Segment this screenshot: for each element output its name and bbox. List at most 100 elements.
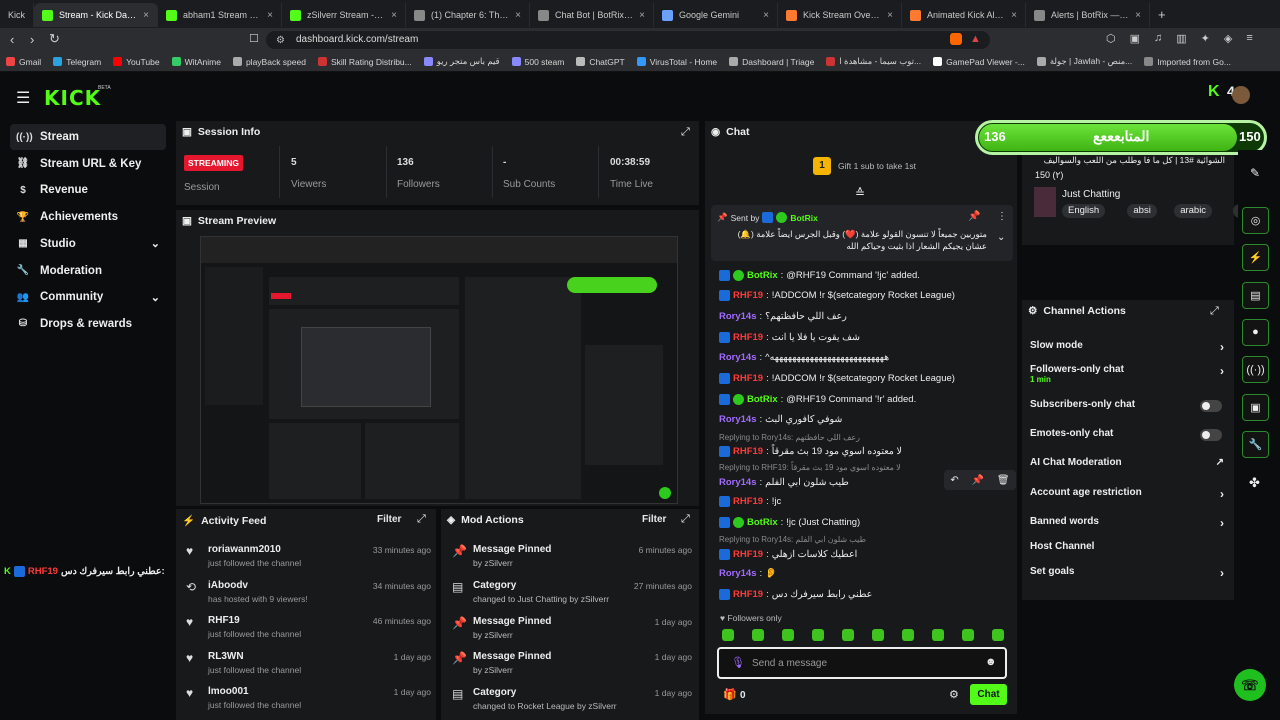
media-icon[interactable]: ♫ [1154, 32, 1162, 45]
extensions-icon[interactable]: ⬡ [1106, 32, 1116, 45]
chat-message[interactable]: RHF19: !jc [719, 494, 1014, 510]
chat-message[interactable]: Rory14s: رعف اللي حافظتهم؟ [719, 308, 1014, 324]
doc-icon[interactable]: ▤ [1242, 281, 1269, 309]
rewards-icon[interactable]: ▲ [970, 33, 981, 45]
bookmark-item[interactable]: YouTube [107, 57, 165, 67]
bookmark-item[interactable]: VirusTotal - Home [631, 57, 723, 67]
emote-icon[interactable] [962, 629, 974, 641]
bookmark-item[interactable]: playBack speed [227, 57, 312, 67]
bookmark-item[interactable]: قيم باس متجر ريو [418, 56, 506, 67]
vpn-icon[interactable]: ◈ [1224, 32, 1232, 45]
channel-action-subscribers-only-chat[interactable]: Subscribers-only chat [1030, 399, 1224, 417]
chat-settings-icon[interactable]: ⚙ [949, 688, 959, 701]
mod-popout-icon[interactable]: ⤢ [681, 513, 690, 526]
help-icon[interactable]: ☏ [1234, 669, 1266, 701]
chat-message[interactable]: Rory14s: 👂 [719, 566, 1014, 582]
bookmark-item[interactable]: Gmail [0, 57, 47, 67]
hamburger-icon[interactable]: ☰ [16, 88, 30, 108]
leo-icon[interactable]: ✦ [1201, 32, 1210, 45]
chat-username[interactable]: Rory14s [719, 311, 757, 322]
activity-item[interactable]: ⟲ iAboodv has hosted with 9 viewers! 34 min… [186, 580, 431, 612]
activity-filter-button[interactable]: Filter [377, 514, 401, 525]
activity-popout-icon[interactable]: ⤢ [417, 513, 426, 526]
chat-message[interactable]: BotRix: @RHF19 Command '!r' added. [719, 391, 1014, 407]
sidebar-item-achievements[interactable]: 🏆 Achievements [10, 204, 166, 230]
chat-username[interactable]: BotRix [747, 270, 778, 281]
activity-item[interactable]: ♥ RL3WN just followed the channel 1 day ago [186, 651, 431, 683]
chat-bubble-icon[interactable]: ● [1242, 318, 1269, 346]
mod-action-item[interactable]: ▤ Category changed to Just Chatting by zSi… [452, 580, 692, 612]
bookmark-icon[interactable]: ☐ [249, 32, 259, 45]
category-name[interactable]: Just Chatting [1062, 189, 1120, 200]
mod-filter-button[interactable]: Filter [642, 514, 666, 525]
chat-message[interactable]: RHF19: شف يقوت يا فلا يا انت [719, 329, 1014, 345]
mic-icon[interactable]: 🎙 [731, 656, 745, 669]
sidebar-item-moderation[interactable]: 🔧 Moderation [10, 258, 166, 284]
bookmark-item[interactable]: Imported from Go... [1138, 57, 1237, 67]
tag-chip[interactable]: absi [1127, 204, 1157, 218]
bookmark-item[interactable]: WitAnime [166, 57, 227, 67]
channel-action-followers-only-chat[interactable]: Followers-only chat 1 min › [1030, 364, 1224, 384]
emoji-icon[interactable]: ☻ [985, 656, 997, 668]
reply-context[interactable]: Replying to Rory14s: طيب شلون ابي الفلم [719, 535, 866, 544]
sidebar-item-revenue[interactable]: $ Revenue [10, 177, 166, 203]
channel-action-slow-mode[interactable]: Slow mode › [1030, 340, 1224, 358]
forward-icon[interactable]: › [30, 32, 34, 47]
mod-action-item[interactable]: 📌 Message Pinned by zSilverr 1 day ago [452, 616, 692, 648]
browser-tab[interactable]: abham1 Stream - Watch × [158, 3, 282, 27]
chat-username[interactable]: Rory14s [719, 352, 757, 363]
chat-username[interactable]: Rory14s [719, 477, 757, 488]
pin-message-icon[interactable]: 📌 [972, 475, 984, 486]
mod-action-item[interactable]: ▤ Category changed to Rocket League by zSi… [452, 687, 692, 719]
popout-icon[interactable]: ⤢ [681, 126, 690, 139]
activity-item[interactable]: ♥ lmoo001 just followed the channel 1 day a… [186, 686, 431, 718]
browser-tab[interactable]: Google Gemini × [654, 3, 778, 27]
channel-action-host-channel[interactable]: Host Channel [1030, 541, 1224, 559]
avatar[interactable] [1232, 86, 1250, 104]
channel-action-set-goals[interactable]: Set goals › [1030, 566, 1224, 584]
browser-tab[interactable]: (1) Chapter 6: The End - F × [406, 3, 530, 27]
chat-message[interactable]: RHF19: اعطيك كلاسات ازهلي [719, 546, 1014, 562]
category-thumbnail[interactable] [1034, 187, 1056, 217]
chat-username[interactable]: RHF19 [733, 446, 763, 457]
chat-username[interactable]: BotRix [747, 517, 778, 528]
sidebar-item-studio[interactable]: ▦ Studio ⌄ [10, 231, 166, 257]
close-tab-icon[interactable]: × [143, 10, 149, 21]
browser-tab[interactable]: Kick [0, 3, 34, 27]
new-tab-icon[interactable]: + [1158, 7, 1166, 22]
emote-icon[interactable] [812, 629, 824, 641]
chat-username[interactable]: Rory14s [719, 568, 757, 579]
chat-message[interactable]: BotRix: !jc (Just Chatting) [719, 514, 1014, 530]
close-tab-icon[interactable]: × [267, 10, 273, 21]
broadcast-icon[interactable]: ((·)) [1242, 356, 1269, 384]
close-tab-icon[interactable]: × [887, 10, 893, 21]
more-icon[interactable]: ⋮ [997, 211, 1007, 222]
points-icon[interactable]: 🎁 [723, 688, 737, 701]
close-tab-icon[interactable]: × [639, 10, 645, 21]
collapse-icon[interactable]: ≙ [855, 186, 865, 200]
tag-chip[interactable]: arabic [1174, 204, 1213, 218]
emote-icon[interactable] [842, 629, 854, 641]
chat-username[interactable]: RHF19 [733, 496, 763, 507]
chat-username[interactable]: RHF19 [733, 589, 763, 600]
activity-item[interactable]: ♥ RHF19 just followed the channel 46 minute… [186, 615, 431, 647]
screenshot-icon[interactable]: ▣ [1130, 32, 1140, 45]
bookmark-item[interactable]: توب سيما - مشاهدة ا... [820, 56, 927, 67]
chat-message[interactable]: RHF19: !ADDCOM !r $(setcategory Rocket Le… [719, 288, 1014, 304]
url-bar[interactable]: dashboard.kick.com/stream [266, 31, 990, 49]
close-tab-icon[interactable]: × [1135, 10, 1141, 21]
close-tab-icon[interactable]: × [515, 10, 521, 21]
browser-tab[interactable]: Chat Bot | BotRix — Clou × [530, 3, 654, 27]
close-tab-icon[interactable]: × [763, 10, 769, 21]
bookmark-item[interactable]: Skill Rating Distribu... [312, 57, 418, 67]
chat-message[interactable]: RHF19: عطني رابط سيرفرك دس [719, 586, 1014, 602]
emote-icon[interactable] [932, 629, 944, 641]
chat-username[interactable]: RHF19 [733, 373, 763, 384]
emote-icon[interactable] [992, 629, 1004, 641]
bookmark-item[interactable]: Dashboard | Triage [723, 57, 820, 67]
emote-icon[interactable] [782, 629, 794, 641]
brave-shield-icon[interactable] [950, 33, 962, 45]
emote-icon[interactable] [722, 629, 734, 641]
bookmark-item[interactable]: GamePad Viewer -... [927, 57, 1031, 67]
bookmark-item[interactable]: جولة | Jawlah - منص... [1031, 56, 1138, 67]
